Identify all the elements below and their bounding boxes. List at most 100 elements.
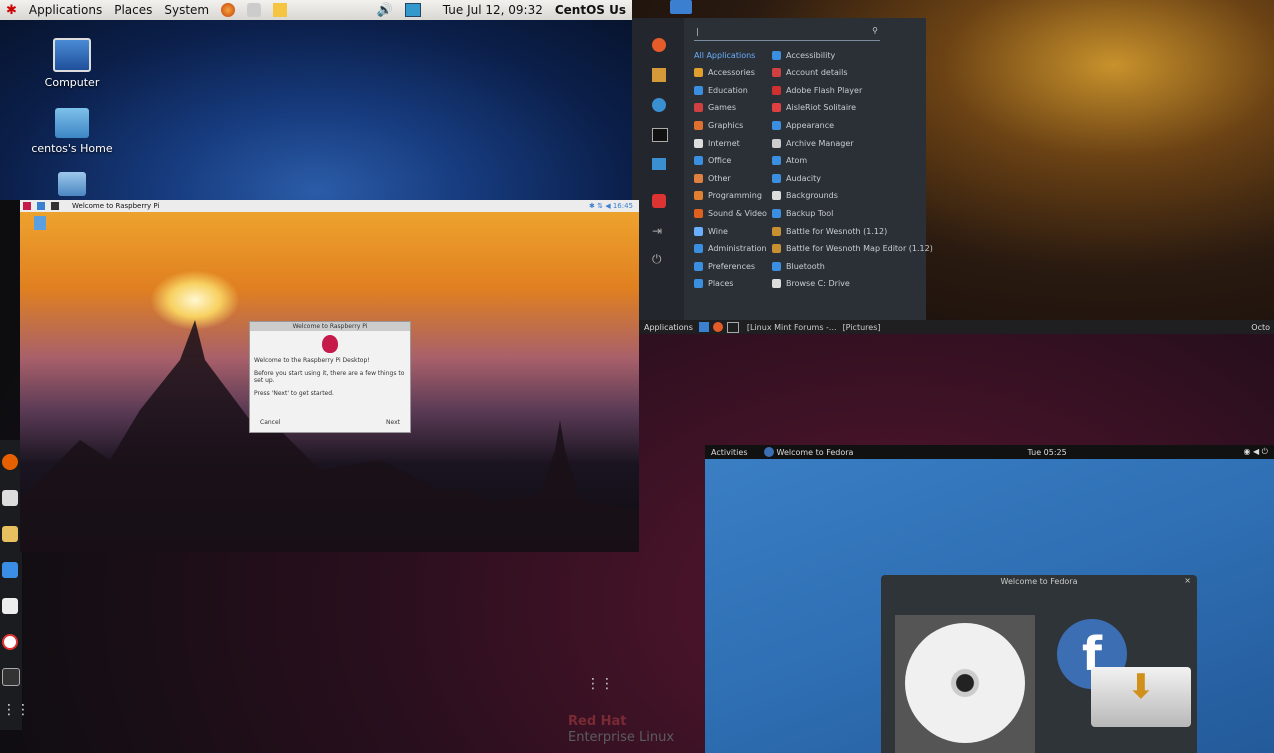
firefox-icon[interactable] xyxy=(652,38,666,52)
menu-category-item[interactable]: Games xyxy=(694,101,736,115)
menu-app-label: Battle for Wesnoth Map Editor (1.12) xyxy=(786,244,933,254)
folder-icon[interactable] xyxy=(652,158,666,170)
terminal-icon[interactable] xyxy=(2,668,20,686)
terminal-icon[interactable] xyxy=(726,321,739,333)
activities-button[interactable]: Activities xyxy=(711,448,748,457)
menu-app-item[interactable]: Battle for Wesnoth Map Editor (1.12) xyxy=(772,242,933,256)
desktop-icon-home[interactable]: centos's Home xyxy=(27,108,117,155)
menu-app-label: AisleRiot Solitaire xyxy=(786,103,857,113)
raspberry-menu-icon[interactable] xyxy=(23,202,31,210)
menu-app-item[interactable]: Browse C: Drive xyxy=(772,277,850,291)
firefox-icon[interactable] xyxy=(2,454,18,470)
trash-icon[interactable] xyxy=(34,216,46,230)
software-icon[interactable] xyxy=(2,490,18,506)
menu-search-input[interactable]: | ⚲ xyxy=(694,26,880,41)
mail-launcher-icon[interactable] xyxy=(247,3,262,17)
app-menu[interactable]: Welcome to Fedora xyxy=(777,448,854,457)
lock-icon[interactable] xyxy=(652,194,666,208)
menu-category-item[interactable]: Programming xyxy=(694,189,762,203)
browser-icon[interactable] xyxy=(37,202,45,210)
menu-category-item[interactable]: Preferences xyxy=(694,259,755,273)
menu-category-label: Games xyxy=(708,103,736,113)
dialog-text: Press 'Next' to get started. xyxy=(254,390,334,397)
firefox-launcher-icon[interactable] xyxy=(221,3,236,17)
raspberry-logo-icon xyxy=(322,335,338,353)
welcome-dialog: Welcome to Raspberry Pi Welcome to the R… xyxy=(249,321,411,433)
archive-icon[interactable] xyxy=(652,68,666,82)
menu-category-item[interactable]: Places xyxy=(694,277,733,291)
notes-launcher-icon[interactable] xyxy=(273,3,288,17)
menu-app-item[interactable]: Atom xyxy=(772,154,807,168)
taskbar-item-pictures[interactable]: [Pictures] xyxy=(843,323,881,332)
menu-app-item[interactable]: Audacity xyxy=(772,171,821,185)
desktop-icon-trash[interactable] xyxy=(27,172,117,200)
applications-menu-button[interactable]: Applications xyxy=(644,323,693,332)
app-icon xyxy=(772,85,781,95)
app-icon xyxy=(772,191,781,201)
centos-logo-icon[interactable]: ✱ xyxy=(6,3,17,18)
folder-icon[interactable] xyxy=(698,322,709,332)
power-icon[interactable]: ⏻ xyxy=(652,252,662,267)
menu-app-item[interactable]: Battle for Wesnoth (1.12) xyxy=(772,224,887,238)
app-grid-icon[interactable]: ⋮⋮ xyxy=(2,702,30,718)
menu-category-item[interactable]: Other xyxy=(694,171,731,185)
menu-app-item[interactable]: Backup Tool xyxy=(772,206,833,220)
menu-category-item[interactable]: Internet xyxy=(694,136,740,150)
app-grid-icon[interactable]: ⋮⋮ xyxy=(586,676,614,692)
menu-app-item[interactable]: Accessibility xyxy=(772,48,835,62)
menu-category-item[interactable]: Education xyxy=(694,83,748,97)
menu-category-item[interactable]: Sound & Video xyxy=(694,206,767,220)
volume-icon[interactable]: 🔊 xyxy=(377,3,393,18)
menu-category-item[interactable]: Administration xyxy=(694,242,767,256)
menu-category-item[interactable]: Wine xyxy=(694,224,728,238)
menu-category-item[interactable]: Office xyxy=(694,154,731,168)
menu-category-label: Internet xyxy=(708,138,740,148)
xfce-clock[interactable]: Octo xyxy=(1251,323,1270,332)
network-icon[interactable] xyxy=(404,3,421,17)
menu-app-item[interactable]: Bluetooth xyxy=(772,259,825,273)
desktop-icon-computer[interactable]: Computer xyxy=(27,38,117,89)
menu-category-label: Wine xyxy=(708,226,728,236)
rpi-task-window[interactable]: Welcome to Raspberry Pi xyxy=(72,202,159,210)
lifebuoy-icon[interactable] xyxy=(2,634,18,650)
centos-clock[interactable]: Tue Jul 12, 09:32 xyxy=(443,3,543,17)
menu-app-item[interactable]: Account details xyxy=(772,66,848,80)
terminal-icon[interactable] xyxy=(51,202,59,210)
desktop-icon-label: centos's Home xyxy=(31,142,113,155)
menu-app-item[interactable]: Appearance xyxy=(772,118,834,132)
system-status-icons[interactable]: ◉ ◀ ⏻ xyxy=(1243,447,1268,457)
menu-category-item[interactable]: All Applications xyxy=(694,48,755,62)
fedora-clock[interactable]: Tue 05:25 xyxy=(1027,448,1066,457)
system-menu[interactable]: System xyxy=(164,3,209,17)
terminal-icon[interactable] xyxy=(652,128,668,142)
firefox-icon[interactable] xyxy=(712,322,723,332)
next-button[interactable]: Next xyxy=(386,419,400,426)
help-icon[interactable] xyxy=(2,598,18,614)
menu-app-label: Battle for Wesnoth (1.12) xyxy=(786,226,888,236)
menu-category-item[interactable]: Accessories xyxy=(694,66,755,80)
taskbar-item-forums[interactable]: [Linux Mint Forums -... xyxy=(747,323,837,332)
document-icon[interactable] xyxy=(2,562,18,578)
welcome-window: Welcome to Fedora × f ⬇ xyxy=(881,575,1197,753)
rpi-taskbar: Welcome to Raspberry Pi ✱ ⇅ ◀ 16:45 xyxy=(20,200,639,212)
close-icon[interactable]: × xyxy=(1184,576,1191,585)
places-menu[interactable]: Places xyxy=(114,3,152,17)
menu-app-item[interactable]: Archive Manager xyxy=(772,136,854,150)
cancel-button[interactable]: Cancel xyxy=(260,419,280,426)
logout-icon[interactable]: ⇥ xyxy=(652,224,662,238)
menu-app-item[interactable]: AisleRiot Solitaire xyxy=(772,101,856,115)
files-icon[interactable] xyxy=(2,526,18,542)
menu-app-item[interactable]: Backgrounds xyxy=(772,189,838,203)
network-icon[interactable] xyxy=(652,98,666,112)
centos-user-menu[interactable]: CentOS Us xyxy=(555,3,626,17)
category-icon xyxy=(694,261,703,271)
menu-app-item[interactable]: Adobe Flash Player xyxy=(772,83,862,97)
folder-icon[interactable] xyxy=(670,0,692,14)
category-icon xyxy=(694,156,703,166)
applications-menu[interactable]: Applications xyxy=(29,3,102,17)
bluetooth-icon[interactable]: ✱ ⇅ ◀ 16:45 xyxy=(589,202,633,210)
live-media-panel[interactable] xyxy=(895,615,1035,753)
install-panel[interactable]: f ⬇ xyxy=(1051,619,1191,753)
menu-app-label: Account details xyxy=(786,68,848,78)
menu-category-item[interactable]: Graphics xyxy=(694,118,743,132)
